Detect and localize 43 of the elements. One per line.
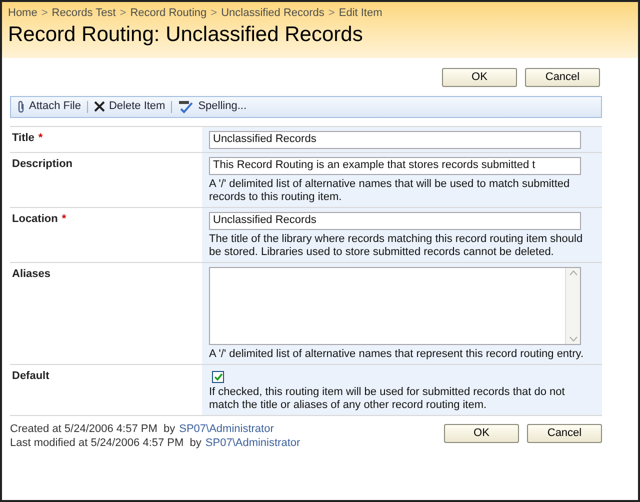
created-text: Created at 5/24/2006 4:57 PM by: [10, 422, 176, 436]
toolbar-button[interactable]: Spelling...: [178, 98, 247, 115]
field-label: Title: [12, 132, 34, 144]
required-mark: *: [62, 212, 66, 224]
form-button[interactable]: Cancel: [525, 68, 600, 86]
breadcrumb-separator: >: [120, 6, 126, 21]
text-field[interactable]: Unclassified Records: [209, 212, 581, 230]
breadcrumb-separator: >: [41, 6, 48, 21]
help-text: A '/' delimited list of alternative names that will be used to match submitted records to this routing item.: [209, 178, 571, 204]
delete-icon: [94, 101, 105, 112]
help-text: The title of the library where records matching this record routing item should be stored. Libraries used to store submitted records cannot be deleted.: [209, 232, 584, 258]
modified-text: Last modified at 5/24/2006 4:57 PM by: [10, 436, 202, 450]
default-checkbox[interactable]: [212, 370, 224, 382]
spelling-check-icon: [178, 100, 194, 114]
field-label: Aliases: [12, 268, 51, 280]
breadcrumb-link[interactable]: Record Routing: [130, 5, 207, 22]
form-button[interactable]: Cancel: [527, 424, 602, 442]
breadcrumb-link[interactable]: Records Test: [52, 5, 116, 22]
user-link[interactable]: SP07\Administrator: [179, 422, 274, 436]
breadcrumb-link[interactable]: Home: [8, 5, 38, 22]
scrollbar[interactable]: [565, 268, 580, 344]
help-text: A '/' delimited list of alternative names that represent this record routing entry.: [209, 348, 585, 360]
breadcrumb-separator: >: [210, 6, 218, 21]
scroll-down-icon: [568, 336, 578, 342]
text-field[interactable]: This Record Routing is an example that stores records submitted t: [209, 156, 581, 174]
scroll-up-icon: [568, 270, 578, 276]
breadcrumb-link[interactable]: Edit Item: [338, 5, 382, 22]
user-link[interactable]: SP07\Administrator: [205, 436, 300, 450]
field-label: Location: [12, 212, 58, 224]
toolbar-button[interactable]: Attach File: [17, 98, 81, 115]
text-area[interactable]: [209, 266, 581, 344]
breadcrumb-link[interactable]: Unclassified Records: [221, 5, 324, 22]
form-button[interactable]: OK: [444, 424, 519, 442]
help-text: If checked, this routing item will be used for submitted records that do not match the title or aliases of any other record routing item.: [209, 386, 566, 412]
form-button[interactable]: OK: [442, 68, 517, 86]
breadcrumb-separator: >: [328, 6, 335, 21]
page-title: Record Routing: Unclassified Records: [8, 22, 364, 48]
field-label: Description: [12, 158, 73, 170]
paperclip-icon: [17, 100, 25, 114]
toolbar-button[interactable]: Delete Item: [94, 98, 166, 115]
text-field[interactable]: Unclassified Records: [209, 130, 581, 148]
required-mark: *: [38, 132, 43, 144]
field-label: Default: [12, 370, 50, 382]
